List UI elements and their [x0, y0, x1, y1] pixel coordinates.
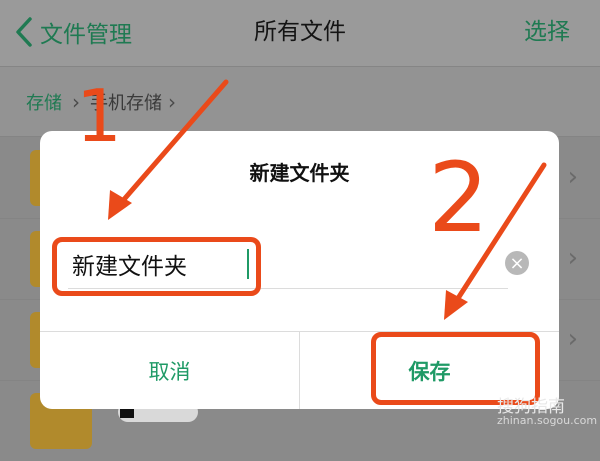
- annotation-arrows: [108, 79, 547, 320]
- watermark-url: zhinan.sogou.com: [497, 414, 598, 427]
- arrow-head-icon: [444, 290, 468, 320]
- annotation-arrow-2: [452, 162, 547, 306]
- annotation-arrow-1: [117, 79, 229, 207]
